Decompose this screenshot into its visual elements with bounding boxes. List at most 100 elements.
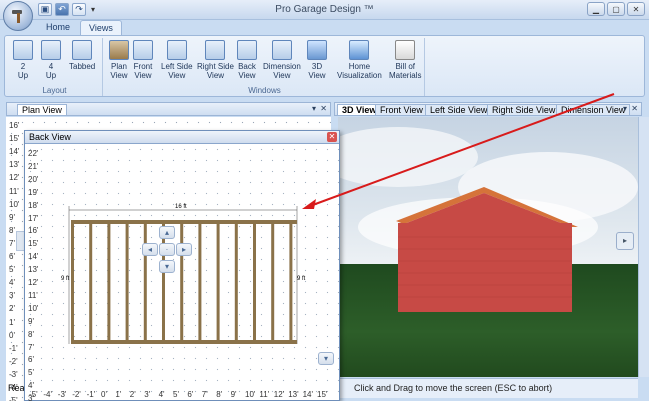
three-d-view-button[interactable]: 3D View <box>307 40 327 80</box>
right-side-view-label: Right Side View <box>197 62 234 80</box>
dimension-view-label: Dimension View <box>263 62 301 80</box>
four-up-button[interactable]: 4 Up <box>41 40 61 80</box>
back-view-framing <box>68 206 298 344</box>
plan-ruler-tick: 12' <box>9 173 20 183</box>
pane-menu-icon[interactable]: ▾ <box>312 104 316 113</box>
garage-model <box>396 187 578 312</box>
wall-stud <box>198 224 202 340</box>
three-d-view-label: 3D View <box>308 62 326 80</box>
home-visualization-button[interactable]: Home Visualization <box>337 40 382 80</box>
tab-right-side-view[interactable]: Right Side View <box>487 104 561 116</box>
back-view-label: Back View <box>238 62 256 80</box>
left-side-view-button[interactable]: Left Side View <box>161 40 193 80</box>
wall-stud <box>71 224 74 340</box>
plan-ruler-tick: 6' <box>9 252 15 261</box>
tab-left-side-view[interactable]: Left Side View <box>425 104 493 116</box>
three-d-view-canvas[interactable]: ▸ <box>338 117 638 377</box>
windows-group-label: Windows <box>248 86 281 95</box>
ribbon: 2 Up 4 Up Tabbed Layout Plan View Front … <box>4 35 645 97</box>
bill-of-materials-button[interactable]: Bill of Materials <box>389 40 421 80</box>
right-pane-close-icon[interactable]: ✕ <box>631 104 638 113</box>
plan-ruler-tick: 10' <box>9 199 20 209</box>
plan-ruler-tick: 4' <box>9 278 15 288</box>
cube-icon <box>307 40 327 60</box>
tabbed-button[interactable]: Tabbed <box>69 40 95 71</box>
zoom-dropdown-button[interactable]: ▾ <box>318 352 334 365</box>
front-view-button[interactable]: Front View <box>133 40 153 80</box>
wall-stud <box>89 224 93 340</box>
tab-front-view[interactable]: Front View <box>375 104 428 116</box>
back-view-icon <box>237 40 257 60</box>
back-view-canvas[interactable]: 22' 21' 20' 19' 18' 17' 16' 15' 14' 13' 12' 11' 10' 9… <box>25 144 339 401</box>
tabbed-icon <box>72 40 93 60</box>
tab-home[interactable]: Home <box>38 20 78 36</box>
three-d-nav-right-button[interactable]: ▸ <box>616 232 634 250</box>
hammer-icon <box>12 10 22 23</box>
wall-studs <box>71 224 293 340</box>
wall-stud <box>253 224 256 340</box>
plan-ruler-tick: 8' <box>9 225 15 235</box>
tab-plan-view[interactable]: Plan View <box>17 104 67 116</box>
plan-view-button[interactable]: Plan View <box>109 40 129 80</box>
tab-dimension-view[interactable]: Dimension View <box>556 104 631 116</box>
right-height-label: 9 ft <box>297 276 306 282</box>
back-view-titlebar[interactable]: Back View ✕ <box>25 131 339 144</box>
layout-group-label: Layout <box>42 86 67 95</box>
wall-stud <box>289 224 293 340</box>
plan-pane-header: Plan View ▾ ✕ <box>6 102 331 116</box>
two-up-icon <box>13 40 33 60</box>
left-side-view-icon <box>166 40 187 60</box>
pan-center-button[interactable]: · <box>159 243 175 256</box>
plan-ruler-tick: 15' <box>9 134 20 144</box>
maximize-button[interactable]: ▢ <box>607 2 625 16</box>
plan-ruler-tick: -5' <box>9 396 18 401</box>
wall-stud <box>162 224 165 340</box>
plan-ruler-tick: -1' <box>9 343 18 353</box>
plan-ruler-tick: 7' <box>9 238 15 248</box>
two-up-label: 2 Up <box>17 62 29 80</box>
plan-ruler-tick: -3' <box>9 369 18 379</box>
two-up-button[interactable]: 2 Up <box>13 40 33 80</box>
plan-view-icon <box>109 40 129 60</box>
wall-stud <box>125 224 129 340</box>
wall-stud <box>143 224 147 340</box>
right-edge-scrollbar[interactable] <box>638 117 649 377</box>
dimension-view-button[interactable]: Dimension View <box>263 40 301 80</box>
pane-close-icon[interactable]: ✕ <box>320 104 327 113</box>
pan-left-button[interactable]: ◂ <box>142 243 158 256</box>
pan-down-button[interactable]: ▾ <box>159 260 175 273</box>
four-up-icon <box>41 40 61 60</box>
plan-ruler-tick: 13' <box>9 160 20 170</box>
plan-ruler-tick: 2' <box>9 304 15 314</box>
wall-stud <box>180 224 184 340</box>
back-view-window[interactable]: Back View ✕ 22' 21' 20' 19' 18' 17' 16' 15' 14' 1… <box>24 130 340 401</box>
right-pane-menu-icon[interactable]: ▾ <box>623 104 627 113</box>
pan-up-button[interactable]: ▴ <box>159 226 175 239</box>
close-button[interactable]: ✕ <box>627 2 645 16</box>
tab-views[interactable]: Views <box>80 20 122 36</box>
plan-ruler-tick: 9' <box>9 212 15 222</box>
wall-stud <box>107 224 111 340</box>
pan-right-button[interactable]: ▸ <box>176 243 192 256</box>
back-view-button[interactable]: Back View <box>237 40 257 80</box>
window-controls: ▁ ▢ ✕ <box>587 2 645 16</box>
plan-ruler-tick: 0' <box>9 330 15 340</box>
four-up-label: 4 Up <box>45 62 57 80</box>
home-visualization-label: Home Visualization <box>337 62 382 80</box>
wall-stud <box>271 224 275 340</box>
plan-status-text: Rea <box>8 383 25 393</box>
three-d-status-text: Click and Drag to move the screen (ESC t… <box>338 378 638 398</box>
wall-stud <box>234 224 238 340</box>
document-icon <box>395 40 416 60</box>
bill-of-materials-label: Bill of Materials <box>389 62 422 80</box>
tabbed-label: Tabbed <box>69 62 96 71</box>
plan-ruler-tick: 11' <box>9 186 19 196</box>
application-menu-button[interactable] <box>3 1 33 31</box>
back-view-close-button[interactable]: ✕ <box>327 132 337 142</box>
right-side-view-button[interactable]: Right Side View <box>197 40 234 80</box>
left-height-label: 9 ft <box>61 276 70 282</box>
layout-group: 2 Up 4 Up Tabbed Layout <box>7 38 103 96</box>
minimize-button[interactable]: ▁ <box>587 2 605 16</box>
dimension-view-icon <box>271 40 292 60</box>
house-icon <box>349 40 370 60</box>
